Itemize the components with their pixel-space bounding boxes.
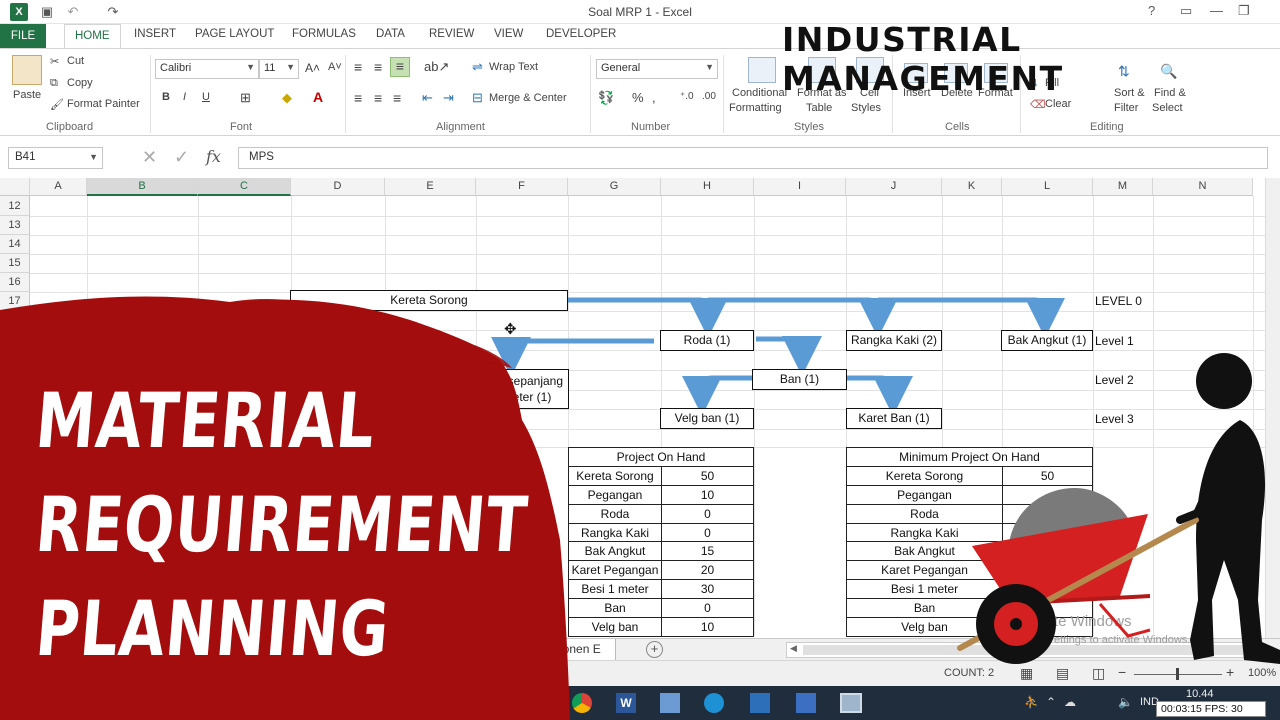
barrow-leg (1098, 603, 1151, 638)
excel-window: X ▣ ↶ ↷ Soal MRP 1 - Excel ? ▭ — ❐ FILE … (0, 0, 1280, 720)
barrow-wheel-hub (1010, 618, 1022, 630)
wheelbarrow-illustration (957, 353, 1280, 664)
